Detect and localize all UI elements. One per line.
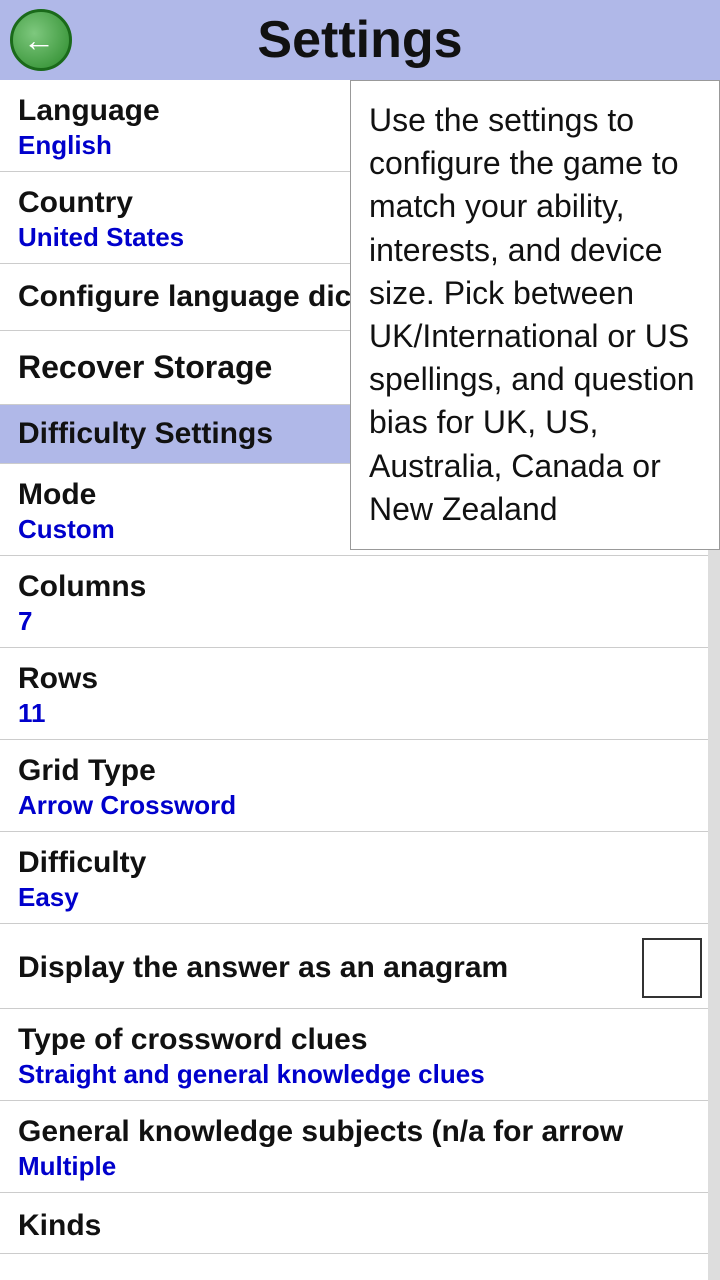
- setting-label-rows: Rows: [18, 662, 702, 696]
- tooltip-text: Use the settings to configure the game t…: [369, 102, 695, 527]
- setting-value-rows: 11: [18, 698, 702, 729]
- setting-value-difficulty: Easy: [18, 882, 702, 913]
- setting-item-clue-type[interactable]: Type of crossword clues Straight and gen…: [0, 1009, 720, 1101]
- setting-item-kinds[interactable]: Kinds: [0, 1193, 720, 1254]
- setting-label-kinds: Kinds: [18, 1209, 702, 1243]
- setting-label-difficulty: Difficulty: [18, 846, 702, 880]
- setting-value-columns: 7: [18, 606, 702, 637]
- setting-value-grid-type: Arrow Crossword: [18, 790, 702, 821]
- setting-label-general-knowledge: General knowledge subjects (n/a for arro…: [18, 1115, 702, 1149]
- setting-label-clue-type: Type of crossword clues: [18, 1023, 702, 1057]
- setting-value-general-knowledge: Multiple: [18, 1151, 702, 1182]
- setting-label-columns: Columns: [18, 570, 702, 604]
- setting-label-anagram: Display the answer as an anagram: [18, 951, 630, 985]
- header: ← Settings: [0, 0, 720, 80]
- back-arrow-icon: ←: [23, 24, 55, 56]
- setting-item-rows[interactable]: Rows 11: [0, 648, 720, 740]
- content-area: Use the settings to configure the game t…: [0, 80, 720, 1280]
- back-button[interactable]: ←: [10, 9, 72, 71]
- setting-item-columns[interactable]: Columns 7: [0, 556, 720, 648]
- setting-item-anagram[interactable]: Display the answer as an anagram: [0, 924, 720, 1009]
- setting-value-clue-type: Straight and general knowledge clues: [18, 1059, 702, 1090]
- setting-item-general-knowledge[interactable]: General knowledge subjects (n/a for arro…: [0, 1101, 720, 1193]
- setting-item-difficulty[interactable]: Difficulty Easy: [0, 832, 720, 924]
- page-title: Settings: [257, 10, 462, 70]
- setting-item-grid-type[interactable]: Grid Type Arrow Crossword: [0, 740, 720, 832]
- anagram-checkbox[interactable]: [642, 938, 702, 998]
- help-tooltip: Use the settings to configure the game t…: [350, 80, 720, 550]
- setting-label-grid-type: Grid Type: [18, 754, 702, 788]
